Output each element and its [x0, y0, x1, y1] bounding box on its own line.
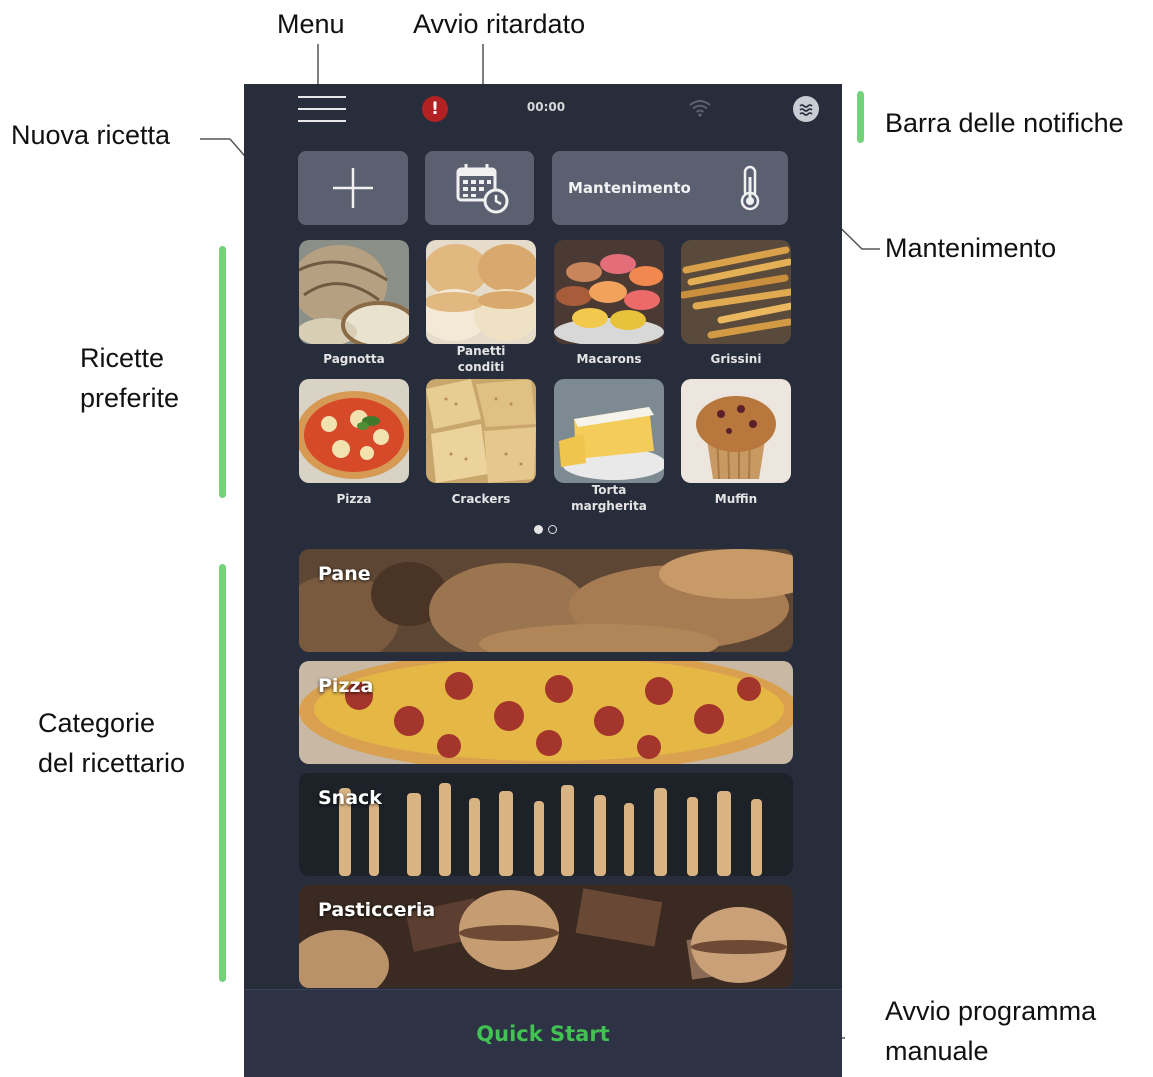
favorite-label: Muffin [714, 492, 758, 506]
favorite-label-line2: margherita [571, 499, 647, 513]
alert-icon[interactable]: ! [422, 96, 448, 122]
callout-categories-1: Categorie [38, 708, 156, 738]
favorites-bracket [219, 246, 226, 498]
category-label: Pane [318, 563, 371, 585]
callout-manual-1: Avvio programma [885, 996, 1097, 1026]
holding-label: Mantenimento [568, 179, 691, 197]
category-label: Pasticceria [318, 899, 436, 921]
notification-bar: ! 00:00 [244, 84, 842, 134]
bread-category-image [299, 549, 793, 652]
favorite-grissini[interactable]: Grissini [681, 240, 791, 366]
category-pane[interactable]: Pane [299, 549, 793, 652]
category-pizza[interactable]: Pizza [299, 661, 793, 764]
pager-dot-active[interactable] [534, 525, 543, 534]
favorite-label: Grissini [710, 352, 762, 366]
favorite-label-line1: Panetti [456, 344, 506, 358]
callout-menu: Menu [277, 9, 345, 39]
pizza-image [299, 379, 409, 483]
new-recipe-button[interactable] [298, 151, 408, 225]
calendar-clock-icon [456, 164, 509, 214]
favorite-label: Crackers [451, 492, 511, 506]
category-label: Pizza [318, 675, 374, 697]
favorite-pagnotta[interactable]: Pagnotta [299, 240, 409, 366]
crackers-image [426, 379, 536, 483]
favorite-label-line2: conditi [457, 360, 505, 374]
device-screen: ! 00:00 Mantenimento Pagnotta Panetti co… [244, 84, 842, 1077]
favorite-torta-margherita[interactable]: Torta margherita [554, 379, 664, 513]
favorite-label: Pizza [336, 492, 372, 506]
muffin-image [681, 379, 791, 483]
categories-bracket [219, 564, 226, 982]
macarons-image [554, 240, 664, 344]
wifi-icon [689, 100, 711, 117]
cake-image [554, 379, 664, 483]
steam-icon [793, 96, 819, 122]
callout-new-recipe: Nuova ricetta [11, 120, 171, 150]
callout-categories-2: del ricettario [38, 748, 186, 778]
pager-dot[interactable] [548, 525, 557, 534]
callout-holding: Mantenimento [885, 233, 1057, 263]
favorite-macarons[interactable]: Macarons [554, 240, 664, 366]
quick-start-button[interactable]: Quick Start [244, 989, 842, 1077]
category-pasticceria[interactable]: Pasticceria [299, 885, 793, 988]
notification-bar-bracket [857, 91, 864, 143]
menu-icon[interactable] [298, 96, 346, 122]
delayed-start-button[interactable] [425, 151, 534, 225]
bread-rolls-image [426, 240, 536, 344]
favorite-label: Pagnotta [323, 352, 385, 366]
category-label: Snack [318, 787, 382, 809]
thermometer-icon [740, 165, 760, 211]
quick-start-label: Quick Start [476, 1022, 610, 1046]
callout-notification-bar: Barra delle notifiche [885, 108, 1124, 138]
favorite-muffin[interactable]: Muffin [681, 379, 791, 506]
callout-delayed-start: Avvio ritardato [413, 9, 586, 39]
callout-favorites-2: preferite [80, 383, 180, 413]
callout-favorites-1: Ricette [80, 343, 165, 373]
holding-button[interactable]: Mantenimento [552, 151, 788, 225]
category-snack[interactable]: Snack [299, 773, 793, 876]
favorites-pager[interactable] [534, 521, 562, 539]
favorite-crackers[interactable]: Crackers [426, 379, 536, 506]
plus-icon [333, 168, 373, 208]
bread-loaf-image [299, 240, 409, 344]
favorite-panetti-conditi[interactable]: Panetti conditi [426, 240, 536, 374]
favorite-pizza[interactable]: Pizza [299, 379, 409, 506]
breadsticks-image [681, 240, 791, 344]
delayed-start-time: 00:00 [526, 100, 566, 114]
favorite-label: Macarons [576, 352, 642, 366]
favorite-label-line1: Torta [591, 483, 627, 497]
callout-manual-2: manuale [885, 1036, 989, 1066]
